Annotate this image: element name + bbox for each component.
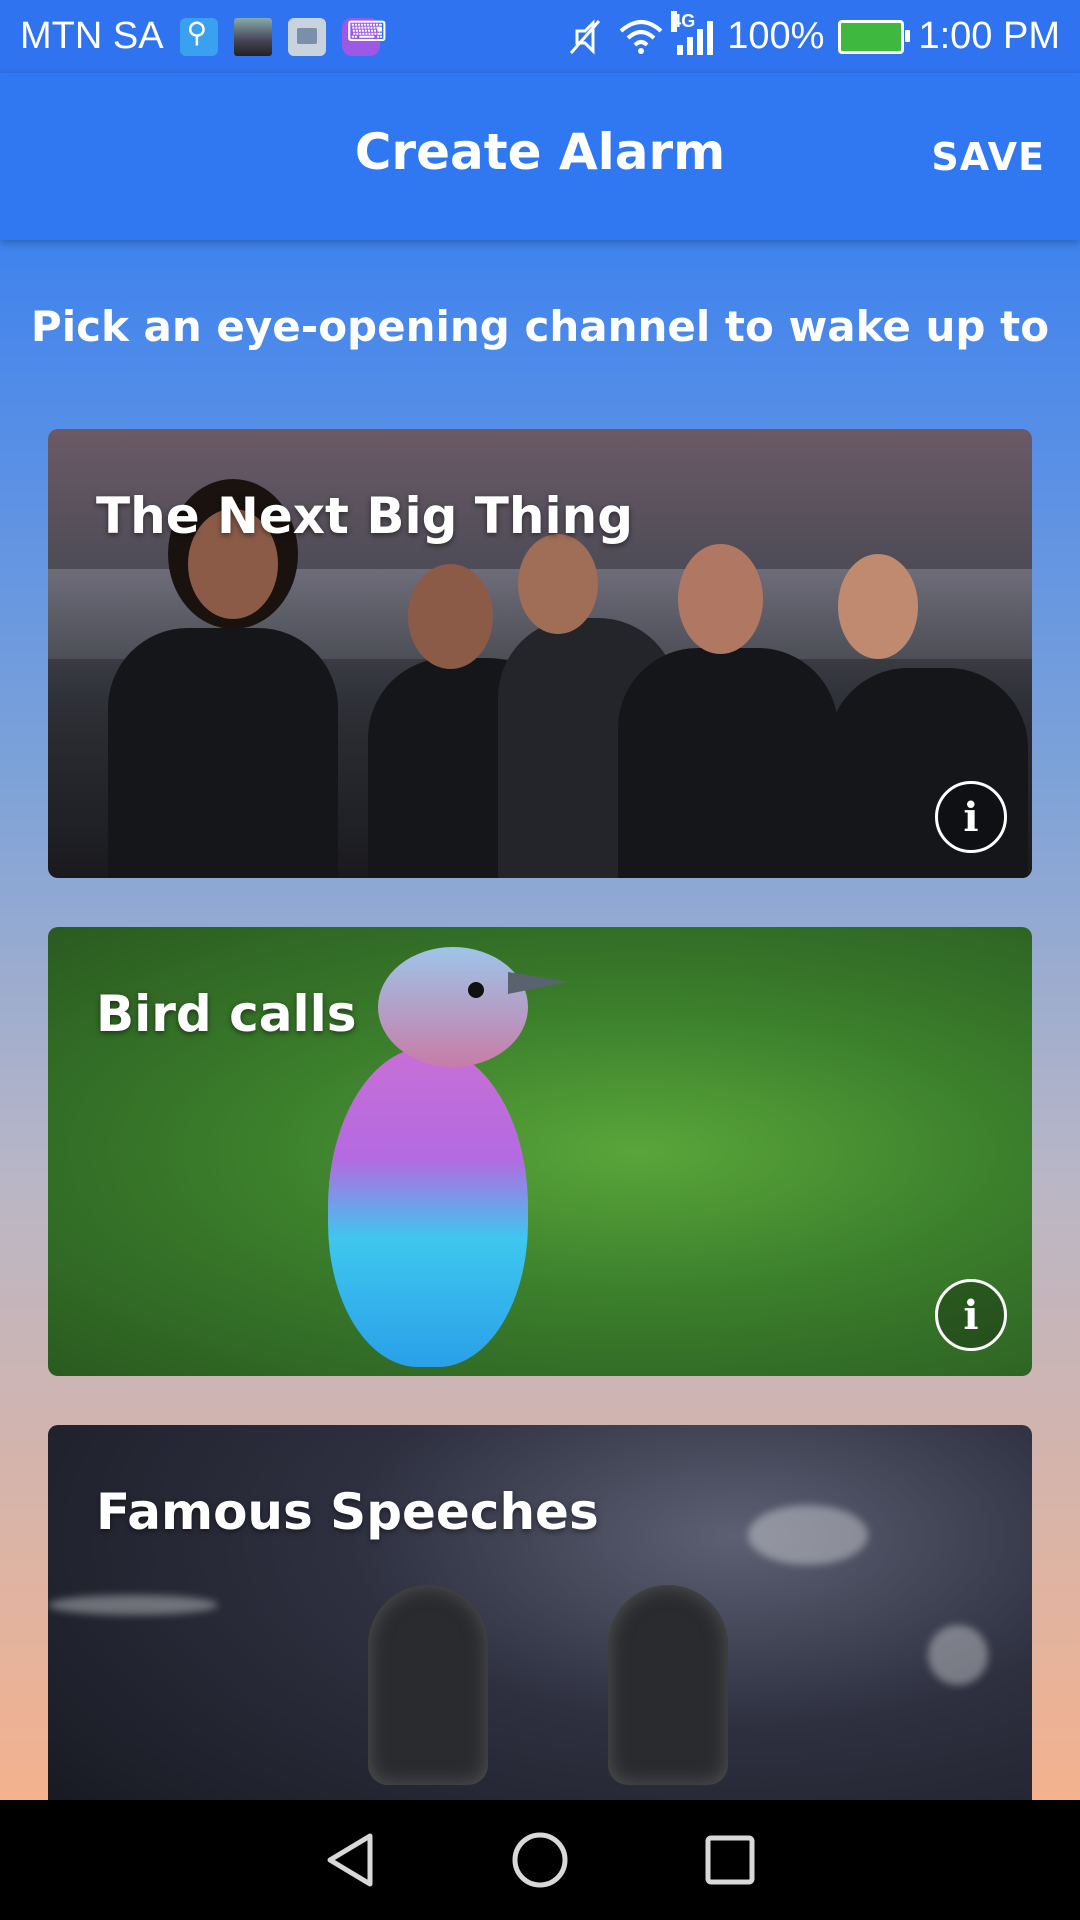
person-silhouette [618,648,838,878]
person-head [678,544,763,654]
person-silhouette [828,668,1028,878]
page-title: Create Alarm [354,123,726,181]
save-button[interactable]: SAVE [931,135,1045,179]
status-bar: MTN SA 4G 100% 1:00 PM [0,0,1080,73]
mute-icon [570,18,601,55]
bird-body [328,1047,528,1367]
microphone [608,1585,728,1785]
battery-icon [838,19,911,54]
info-icon: i [963,1291,979,1339]
bird-beak [508,972,568,994]
bird-head [378,947,528,1067]
info-button[interactable]: i [935,1279,1007,1351]
bokeh-light [48,1595,218,1615]
person-head [838,554,918,659]
battery-percent: 100% [727,15,825,57]
home-button[interactable] [510,1830,570,1890]
recents-icon [705,1835,755,1885]
navigation-bar [0,1800,1080,1920]
app-bar: Create Alarm SAVE [0,73,1080,240]
channel-title: Famous Speeches [96,1483,599,1541]
back-button[interactable] [320,1830,380,1890]
status-left: MTN SA [20,15,387,58]
gallery-icon [287,17,326,56]
channel-title: Bird calls [96,985,357,1043]
photo-notification-icon [233,17,272,56]
person-head [518,534,598,634]
instruction-text: Pick an eye-opening channel to wake up t… [30,302,1050,351]
channel-card-next-big-thing[interactable]: The Next Big Thing i [48,429,1032,878]
home-icon [512,1832,568,1888]
bird-eye [468,982,484,998]
signal-icon: 4G [671,10,714,55]
channel-title: The Next Big Thing [96,487,634,545]
bokeh-light [748,1505,868,1565]
back-icon [327,1833,373,1887]
person-head [408,564,493,669]
microphone [368,1585,488,1785]
carrier-name: MTN SA [20,15,164,57]
info-button[interactable]: i [935,781,1007,853]
recents-button[interactable] [700,1830,760,1890]
channel-list[interactable]: Pick an eye-opening channel to wake up t… [0,240,1080,1800]
usb-icon [179,16,218,56]
bokeh-light [928,1625,988,1685]
channel-card-famous-speeches[interactable]: Famous Speeches i [48,1425,1032,1800]
clock: 1:00 PM [918,15,1060,57]
keyboard-icon [341,15,387,56]
info-icon: i [963,793,979,841]
network-type-label: 4G [671,10,696,32]
person-silhouette [108,628,338,878]
status-right: 4G 100% 1:00 PM [565,10,1060,58]
channel-card-bird-calls[interactable]: Bird calls i [48,927,1032,1376]
wifi-icon [619,19,663,54]
